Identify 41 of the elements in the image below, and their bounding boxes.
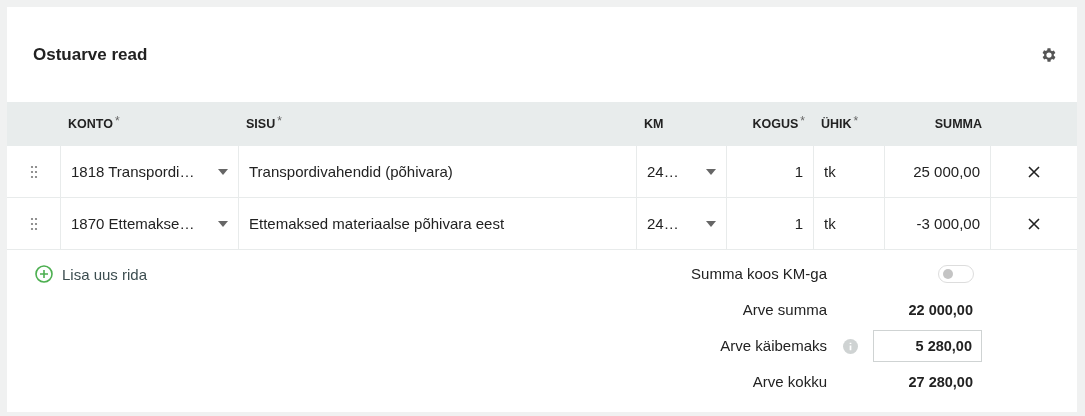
unit-field[interactable]: tk — [813, 146, 884, 197]
drag-handle-icon[interactable] — [29, 216, 38, 231]
total-label: Arve käibemaks — [719, 336, 827, 356]
total-label: Summa koos KM-ga — [691, 264, 827, 284]
close-icon[interactable] — [1028, 165, 1040, 178]
column-header: SISU — [246, 117, 276, 131]
settings-icon[interactable] — [1040, 45, 1058, 64]
total-label: Arve summa — [741, 300, 827, 320]
vat-amount-field[interactable]: 5 280,00 — [873, 330, 982, 362]
amount-field[interactable]: -3 000,00 — [884, 198, 990, 249]
caret-icon — [706, 168, 716, 175]
column-header: KONTO — [68, 117, 113, 131]
required-mark: * — [800, 114, 805, 128]
account-select[interactable]: 1870 Ettemakse… — [60, 198, 238, 249]
vat-select[interactable]: 24… — [636, 198, 726, 249]
table-cell: Ettemaksed materiaalse põhivara eest — [238, 198, 636, 249]
table-cell: Transpordivahendid (põhivara) — [238, 146, 636, 197]
required-mark: * — [853, 114, 859, 128]
total-value: 22 000,00 — [908, 302, 974, 318]
vat-select[interactable]: 24… — [636, 146, 726, 197]
drag-handle-icon[interactable] — [29, 164, 38, 179]
total-label: Arve kokku — [751, 372, 827, 392]
column-header: KOGUS — [752, 117, 799, 131]
add-row-link[interactable]: Lisa uus rida — [35, 262, 148, 286]
quantity-field[interactable]: 1 — [726, 198, 813, 249]
account-select[interactable]: 1818 Transpordi… — [60, 146, 238, 197]
close-icon[interactable] — [1028, 217, 1040, 230]
column-header: KM — [644, 117, 664, 131]
caret-icon — [706, 220, 716, 227]
quantity-field[interactable]: 1 — [726, 146, 813, 197]
unit-field[interactable]: tk — [813, 198, 884, 249]
column-header: SUMMA — [934, 117, 982, 131]
required-mark: * — [114, 114, 120, 128]
caret-icon — [218, 168, 228, 175]
total-value: 27 280,00 — [908, 374, 974, 390]
caret-icon — [218, 220, 228, 227]
amount-field[interactable]: 25 000,00 — [884, 146, 990, 197]
column-header: ÜHIK — [821, 117, 852, 131]
plus-circle-icon — [35, 265, 53, 283]
card-title: Ostuarve read — [33, 44, 148, 65]
required-mark: * — [277, 114, 282, 128]
